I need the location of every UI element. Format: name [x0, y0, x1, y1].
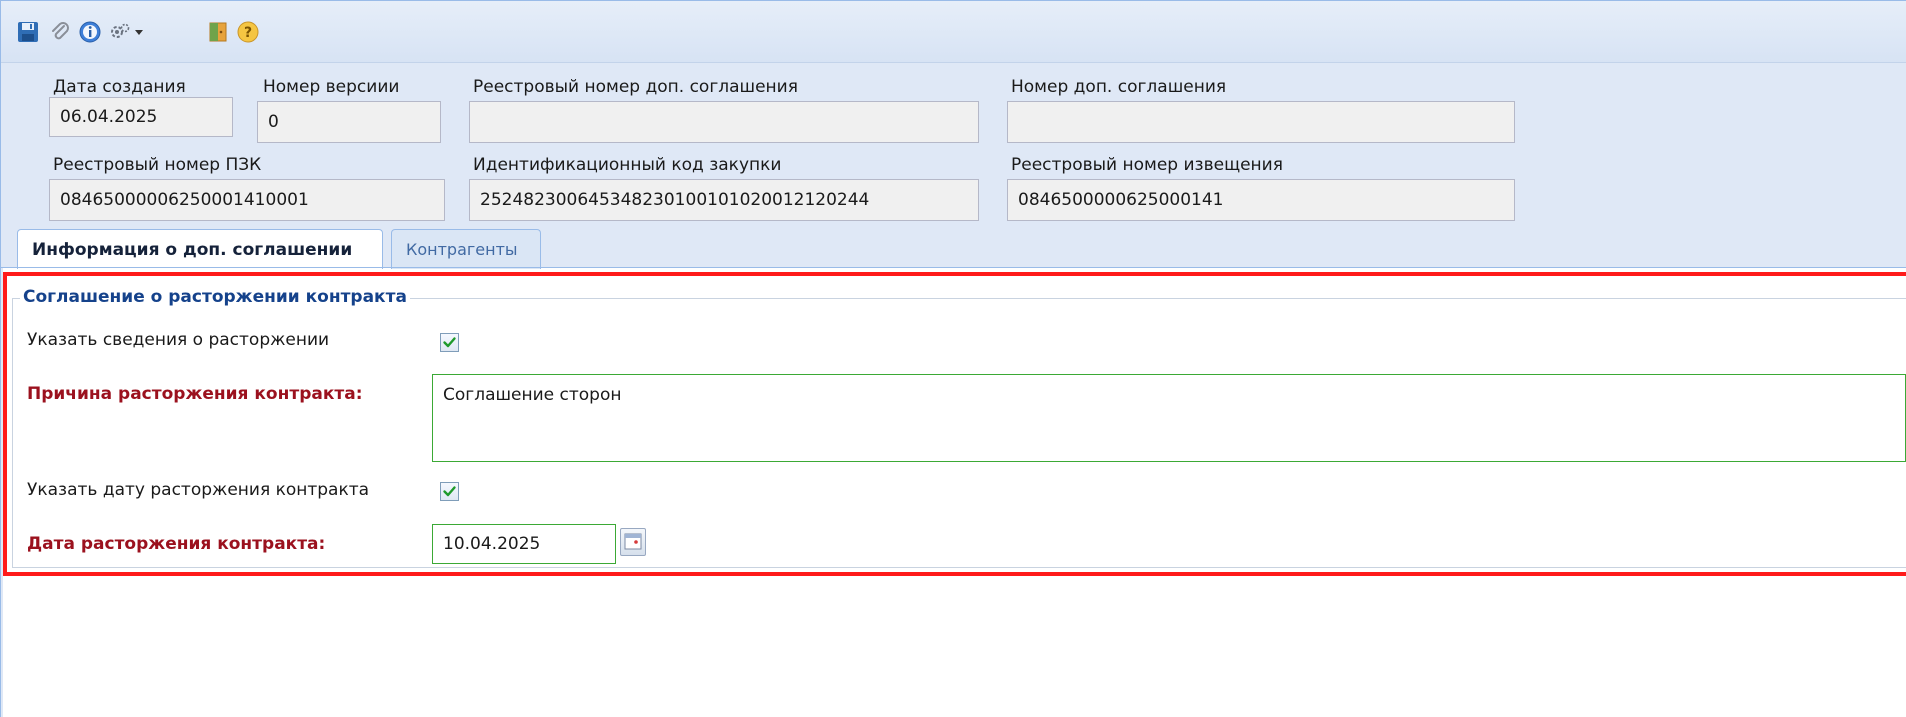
registry-number-pzk-value: 08465000006250001410001 [60, 190, 309, 210]
purchase-id-code-label: Идентификационный код закупки [473, 155, 782, 175]
specify-info-checkbox[interactable] [440, 333, 459, 352]
purchase-id-code-value: 252482300645348230100101020012120244 [480, 190, 870, 210]
agreement-number-field[interactable] [1007, 101, 1515, 143]
purchase-id-code-field[interactable]: 252482300645348230100101020012120244 [469, 179, 979, 221]
reason-textarea[interactable]: Соглашение сторон [432, 374, 1906, 462]
tab-counterparties-label: Контрагенты [406, 240, 518, 259]
notice-registry-number-label: Реестровый номер извещения [1011, 155, 1283, 175]
reason-value: Соглашение сторон [443, 385, 622, 405]
creation-date-value: 06.04.2025 [60, 107, 158, 127]
checkmark-icon [443, 486, 456, 497]
agreement-number-label: Номер доп. соглашения [1011, 77, 1227, 97]
dropdown-arrow-icon[interactable] [131, 19, 147, 45]
termination-date-value: 10.04.2025 [443, 534, 541, 554]
info-icon[interactable] [77, 19, 103, 45]
settings-icon[interactable] [107, 19, 133, 45]
help-icon[interactable]: ? [235, 19, 261, 45]
calendar-button[interactable] [620, 528, 646, 556]
version-number-value: 0 [268, 112, 279, 132]
notice-registry-number-field[interactable]: 0846500000625000141 [1007, 179, 1515, 221]
tab-agreement-info[interactable]: Информация о доп. соглашении [17, 229, 383, 269]
tab-counterparties[interactable]: Контрагенты [391, 229, 541, 269]
specify-date-label: Указать дату расторжения контракта [27, 480, 370, 500]
header-panel: ? Дата создания 06.04.2025 Номер версиии… [0, 0, 1906, 269]
save-icon[interactable] [15, 19, 41, 45]
creation-date-field[interactable]: 06.04.2025 [49, 97, 233, 137]
checkmark-icon [443, 337, 456, 348]
tab-strip-divider [0, 267, 1906, 268]
specify-info-label: Указать сведения о расторжении [27, 330, 330, 350]
exit-icon[interactable] [205, 19, 231, 45]
termination-date-input[interactable]: 10.04.2025 [432, 524, 616, 564]
attach-icon[interactable] [47, 19, 73, 45]
registry-number-agreement-label: Реестровый номер доп. соглашения [473, 77, 798, 97]
registry-number-agreement-field[interactable] [469, 101, 979, 143]
calendar-icon [624, 533, 642, 550]
termination-date-label: Дата расторжения контракта: [27, 534, 326, 554]
termination-section-title: Соглашение о расторжении контракта [20, 287, 410, 307]
notice-registry-number-value: 0846500000625000141 [1018, 190, 1224, 210]
specify-date-checkbox[interactable] [440, 482, 459, 501]
creation-date-label: Дата создания [53, 77, 186, 97]
registry-number-pzk-field[interactable]: 08465000006250001410001 [49, 179, 445, 221]
svg-text:?: ? [244, 25, 252, 41]
version-number-label: Номер версиии [263, 77, 400, 97]
tab-agreement-info-label: Информация о доп. соглашении [32, 239, 353, 260]
version-number-field[interactable]: 0 [257, 101, 441, 143]
reason-label: Причина расторжения контракта: [27, 384, 363, 404]
registry-number-pzk-label: Реестровый номер ПЗК [53, 155, 262, 175]
toolbar: ? [1, 1, 1906, 63]
